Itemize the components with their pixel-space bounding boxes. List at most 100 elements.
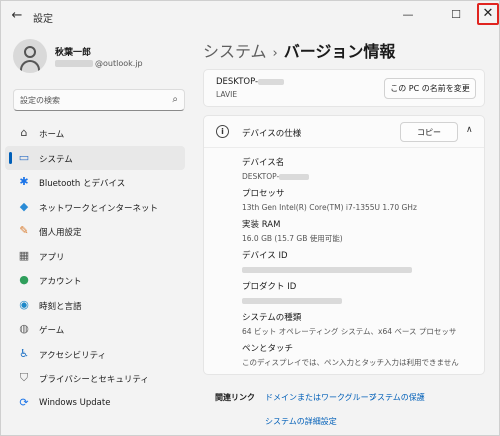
spec-label: プロセッサ	[242, 189, 285, 199]
maximize-button[interactable]: ☐	[445, 5, 467, 25]
app-title: 設定	[33, 14, 53, 25]
sidebar-item[interactable]: ⛉ プライバシーとセキュリティ	[5, 366, 185, 391]
spec-value: DESKTOP-	[242, 170, 482, 184]
sidebar-item[interactable]: ▭ システム	[5, 145, 185, 170]
specs-title: デバイスの仕様	[242, 129, 302, 139]
spec-row: システムの種類 64 ビット オペレーティング システム、x64 ベース プロセッ…	[242, 311, 482, 342]
wifi-icon: ◆	[19, 199, 29, 213]
spec-value: 64 ビット オペレーティング システム、x64 ベース プロセッサ	[242, 325, 482, 339]
sidebar-item[interactable]: ⟳ Windows Update	[5, 391, 185, 416]
related-links: 関連リンク ドメインまたはワークグループ システムの保護 システムの詳細設定	[203, 383, 485, 436]
related-links-label: 関連リンク	[215, 393, 255, 402]
spec-value	[242, 263, 482, 277]
accessibility-icon: ♿	[19, 346, 29, 360]
sidebar-item[interactable]: ⌂ ホーム	[5, 121, 185, 146]
spec-value-text: DESKTOP-	[242, 172, 280, 181]
spec-label: 実装 RAM	[242, 220, 281, 230]
spec-value: 16.0 GB (15.7 GB 使用可能)	[242, 232, 482, 246]
search-box[interactable]: ⌕	[13, 89, 185, 111]
gamepad-icon: ◍	[19, 322, 29, 335]
sidebar-nav: ⌂ ホーム ▭ システム ✱ Bluetooth とデバイス ◆ ネットワークとインターネット…	[5, 121, 185, 415]
email-domain: @outlook.jp	[95, 59, 143, 68]
spec-row: ペンとタッチこのディスプレイでは、ペン入力とタッチ入力は利用できません	[242, 342, 482, 373]
sidebar-item-label: プライバシーとセキュリティ	[39, 375, 149, 385]
sidebar-item-label: アプリ	[39, 252, 65, 263]
sidebar-item[interactable]: ✱ Bluetooth とデバイス	[5, 170, 185, 195]
specs-list: デバイス名 DESKTOP- プロセッサ 13th Gen Intel(R) Core…	[242, 156, 482, 373]
sidebar-item-label: Windows Update	[39, 397, 111, 408]
bluetooth-icon: ✱	[19, 175, 29, 188]
spec-label: システムの種類	[242, 313, 302, 323]
apps-icon: ▦	[18, 248, 30, 262]
device-specs-card: i デバイスの仕様 コピー ∧ デバイス名 DESKTOP- プロセッサ 13th G…	[203, 115, 485, 375]
back-arrow-icon[interactable]: ←	[9, 8, 25, 24]
user-name: 秋葉一郎	[55, 48, 92, 58]
search-input[interactable]	[20, 93, 160, 107]
spec-label: プロダクト ID	[242, 282, 297, 292]
info-icon: i	[216, 125, 229, 138]
spec-row: プロダクト ID	[242, 280, 482, 311]
spec-value: このディスプレイでは、ペン入力とタッチ入力は利用できません	[242, 356, 482, 370]
sidebar-item-label: アクセシビリティ	[39, 350, 107, 361]
sidebar-item-label: ホーム	[39, 130, 65, 140]
email-redacted	[55, 60, 93, 67]
chevron-up-icon[interactable]: ∧	[466, 125, 473, 135]
spec-value-text: 16.0 GB (15.7 GB 使用可能)	[242, 234, 343, 243]
avatar[interactable]	[13, 39, 47, 73]
copy-button[interactable]: コピー	[400, 122, 458, 142]
domain-workgroup-link[interactable]: ドメインまたはワークグループ	[265, 392, 376, 403]
page-title: システム › バージョン情報	[203, 38, 395, 62]
redacted-value	[242, 298, 342, 304]
sidebar-item[interactable]: ✎ 個人用設定	[5, 219, 185, 244]
spec-value	[242, 294, 482, 308]
device-model: LAVIE	[216, 90, 238, 99]
breadcrumb-separator-icon: ›	[272, 46, 278, 61]
device-card: DESKTOP- LAVIE この PC の名前を変更	[203, 69, 485, 107]
account-icon: ●	[19, 273, 29, 286]
close-button[interactable]: ✕	[477, 3, 499, 25]
device-name: DESKTOP-	[216, 77, 285, 87]
avatar-head-shape	[24, 46, 36, 58]
sidebar-item-label: ネットワークとインターネット	[39, 203, 159, 214]
active-indicator	[9, 151, 12, 164]
settings-window: ← 設定 — ☐ ✕ 秋葉一郎 @outlook.jp ⌕ ⌂ ホーム ▭ システム ✱…	[0, 0, 500, 436]
sidebar-item[interactable]: ◉ 時刻と言語	[5, 293, 185, 318]
home-icon: ⌂	[20, 126, 28, 139]
breadcrumb-current: バージョン情報	[283, 42, 396, 61]
sidebar-item-label: システム	[39, 154, 73, 165]
globe-icon: ◉	[19, 297, 29, 311]
sidebar-item[interactable]: ◍ ゲーム	[5, 317, 185, 342]
sidebar-item[interactable]: ◆ ネットワークとインターネット	[5, 195, 185, 220]
search-icon[interactable]: ⌕	[172, 94, 178, 106]
device-name-redacted	[258, 78, 285, 85]
spec-label: ペンとタッチ	[242, 344, 294, 354]
redacted-value	[279, 174, 310, 180]
brush-icon: ✎	[19, 224, 29, 237]
sidebar-item-label: Bluetooth とデバイス	[39, 179, 126, 189]
system-protection-link[interactable]: システムの保護	[369, 392, 425, 403]
breadcrumb-system[interactable]: システム	[203, 42, 267, 61]
avatar-body-shape	[20, 60, 40, 73]
spec-row: デバイス ID	[242, 249, 482, 280]
update-icon: ⟳	[19, 395, 29, 409]
sidebar-item[interactable]: ● アカウント	[5, 268, 185, 293]
spec-value-text: 13th Gen Intel(R) Core(TM) i7-1355U 1.70…	[242, 203, 417, 212]
spec-label: デバイス名	[242, 158, 285, 168]
redacted-value	[242, 267, 412, 273]
system-icon: ▭	[18, 150, 30, 164]
title-bar: ← 設定 — ☐ ✕	[1, 1, 499, 31]
spec-value-text: 64 ビット オペレーティング システム、x64 ベース プロセッサ	[242, 327, 457, 336]
sidebar-item-label: ゲーム	[39, 326, 65, 336]
spec-value: 13th Gen Intel(R) Core(TM) i7-1355U 1.70…	[242, 201, 482, 215]
specs-header[interactable]: i デバイスの仕様 コピー ∧	[204, 116, 484, 148]
sidebar-item-label: アカウント	[39, 277, 82, 287]
sidebar-item-label: 時刻と言語	[39, 301, 82, 312]
minimize-button[interactable]: —	[397, 5, 419, 25]
sidebar-item[interactable]: ♿ アクセシビリティ	[5, 342, 185, 367]
rename-pc-button[interactable]: この PC の名前を変更	[384, 78, 476, 99]
spec-label: デバイス ID	[242, 251, 288, 261]
spec-row: 実装 RAM 16.0 GB (15.7 GB 使用可能)	[242, 218, 482, 249]
spec-row: デバイス名 DESKTOP-	[242, 156, 482, 187]
advanced-system-settings-link[interactable]: システムの詳細設定	[265, 416, 337, 427]
sidebar-item[interactable]: ▦ アプリ	[5, 244, 185, 269]
